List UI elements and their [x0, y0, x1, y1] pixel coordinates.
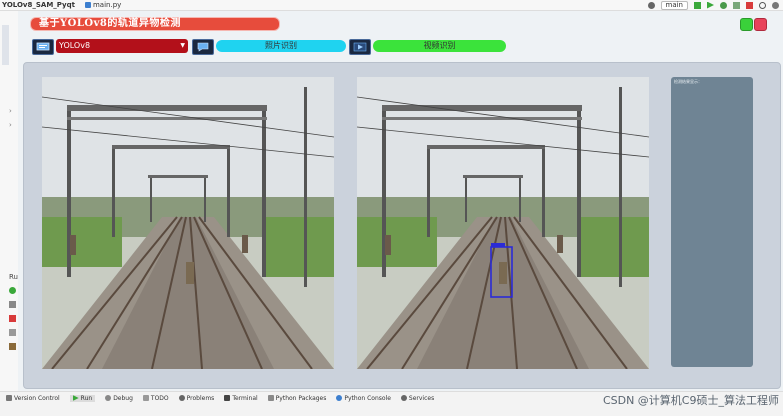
tab-problems[interactable]: Problems — [178, 394, 215, 402]
tab-label: Python Packages — [275, 394, 327, 402]
stop-icon[interactable] — [746, 1, 753, 9]
tab-label: Python Console — [344, 394, 391, 402]
tab-debug[interactable]: Debug — [105, 395, 133, 402]
layout-icon[interactable] — [9, 329, 16, 336]
tab-label: Problems — [186, 394, 215, 402]
pin-icon[interactable] — [9, 343, 16, 350]
open-file-tab[interactable]: main.py — [84, 1, 122, 9]
tab-python-packages[interactable]: Python Packages — [267, 394, 327, 402]
list-icon — [142, 395, 149, 401]
tab-label: Debug — [113, 394, 133, 402]
image-detect-icon-button[interactable] — [192, 39, 214, 55]
detection-panel: 检测结果显示： — [23, 62, 781, 389]
play-icon — [353, 42, 367, 52]
railway-scene-image — [42, 77, 334, 369]
minimize-button[interactable] — [740, 18, 753, 31]
run-icon[interactable] — [707, 1, 714, 9]
tab-todo[interactable]: TODO — [142, 394, 169, 402]
ide-title-bar: YOLOv8_SAM_Pyqt main.py main — [0, 0, 783, 11]
branch-selector[interactable]: main — [660, 0, 688, 10]
app-toolbar: YOLOv8 ▼ 照片识别 视频识别 — [18, 39, 783, 55]
tab-label: Version Control — [14, 394, 60, 402]
rerun-icon[interactable] — [9, 287, 16, 294]
tab-run[interactable]: Run — [69, 394, 96, 402]
monitor-icon — [36, 42, 50, 51]
python-icon — [336, 395, 343, 401]
detection-info-panel: 检测结果显示： — [671, 77, 753, 367]
stop-icon[interactable] — [9, 315, 16, 322]
image-detect-button[interactable]: 照片识别 — [216, 40, 346, 52]
watermark: CSDN @计算机C9硕士_算法工程师 — [602, 394, 779, 407]
detection-result-image — [357, 77, 649, 369]
original-image — [42, 77, 334, 369]
model-button[interactable] — [32, 39, 54, 55]
debug-icon[interactable] — [720, 1, 727, 9]
user-icon[interactable] — [647, 1, 655, 9]
python-file-icon — [84, 2, 91, 8]
tab-version-control[interactable]: Version Control — [6, 395, 60, 402]
project-name[interactable]: YOLOv8_SAM_Pyqt — [2, 1, 75, 9]
close-button[interactable] — [754, 18, 767, 31]
model-select[interactable]: YOLOv8 ▼ — [56, 39, 188, 53]
railway-scene-detected-image — [357, 77, 649, 369]
video-detect-button[interactable]: 视频识别 — [373, 40, 506, 52]
app-title: 基于YOLOv8的轨道异物检测 — [30, 17, 280, 31]
tab-python-console[interactable]: Python Console — [336, 395, 391, 402]
detection-info-text: 检测结果显示： — [674, 79, 702, 84]
video-detect-icon-button[interactable] — [349, 39, 371, 55]
coverage-icon[interactable] — [733, 1, 740, 9]
detection-label-tag — [491, 243, 505, 247]
warning-icon — [178, 395, 185, 401]
model-select-value: YOLOv8 — [59, 41, 91, 50]
settings-icon[interactable] — [772, 1, 779, 9]
tab-label: Run — [80, 394, 93, 402]
wrench-icon[interactable] — [9, 301, 16, 308]
ide-left-gutter: › › Run — [0, 11, 22, 391]
ide-toolbar-right: main — [647, 0, 779, 10]
tab-label: Terminal — [232, 394, 258, 402]
bug-icon — [105, 395, 112, 401]
app-window: 基于YOLOv8的轨道异物检测 YOLOv8 ▼ 照片识别 视频识别 检测结果显… — [18, 11, 783, 391]
package-icon — [267, 395, 274, 401]
chevron-down-icon: ▼ — [180, 42, 185, 49]
services-icon — [400, 395, 407, 401]
tab-services[interactable]: Services — [400, 394, 435, 402]
chevron-right-icon[interactable]: › — [9, 107, 12, 115]
terminal-icon — [224, 395, 231, 401]
tab-terminal[interactable]: Terminal — [224, 394, 258, 402]
branch-icon — [6, 395, 12, 401]
project-tool-tab[interactable] — [2, 25, 9, 65]
build-icon[interactable] — [694, 1, 701, 9]
play-icon — [72, 395, 79, 401]
tab-label: Services — [408, 394, 435, 402]
chevron-right-icon[interactable]: › — [9, 121, 12, 129]
search-icon[interactable] — [759, 1, 766, 9]
tab-label: TODO — [150, 394, 169, 402]
open-file-name: main.py — [92, 1, 122, 9]
chat-bubble-icon — [197, 42, 209, 52]
